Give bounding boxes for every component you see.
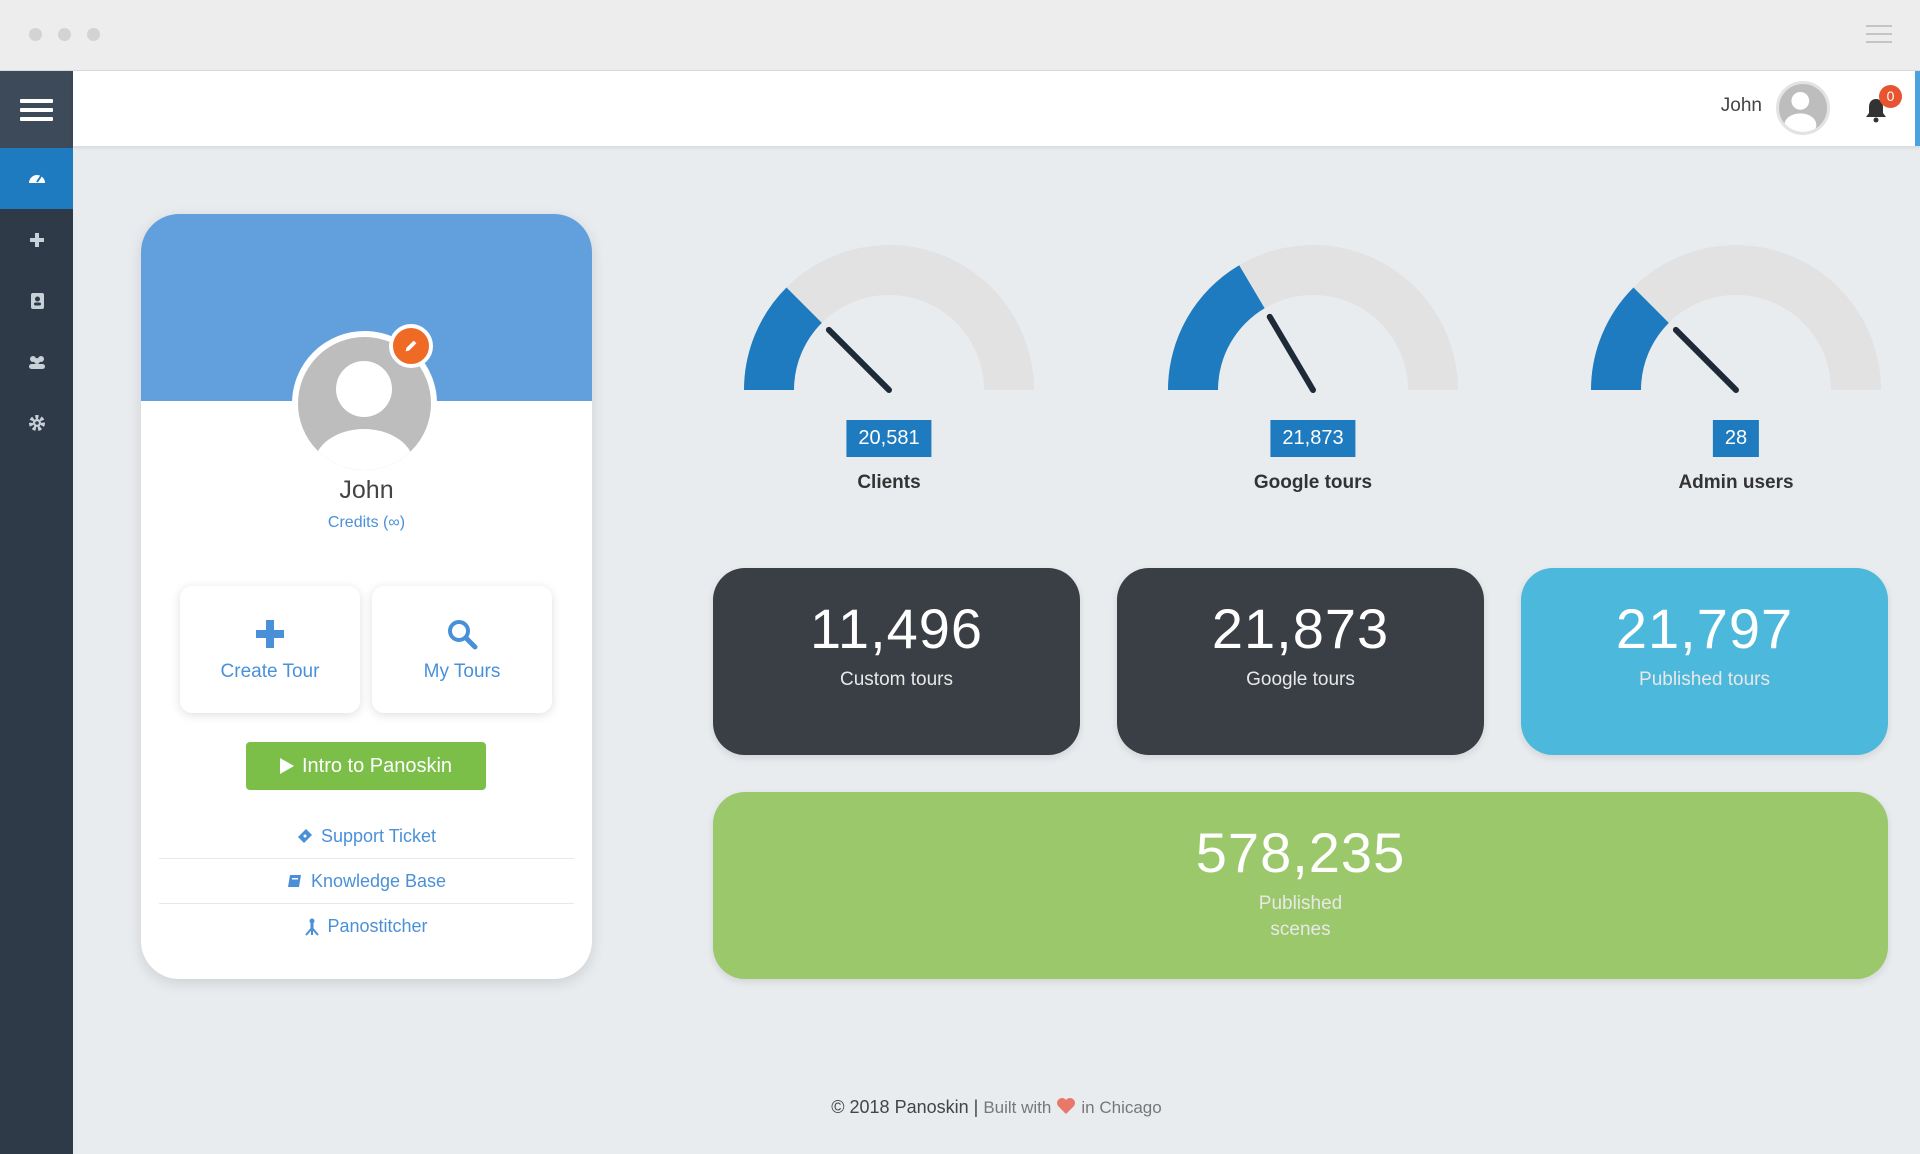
- gauge-label: Google tours: [1253, 472, 1373, 493]
- stat-value: 11,496: [809, 597, 984, 660]
- gauge-needle: [825, 326, 892, 393]
- gauge-value: 28: [1712, 420, 1760, 457]
- gauge-admin-users: 28 Admin users: [1591, 240, 1881, 493]
- stat-card-custom-tours[interactable]: 11,496 Custom tours: [713, 568, 1080, 755]
- footer-location: in Chicago: [1081, 1098, 1162, 1117]
- knowledge-base-label: Knowledge Base: [310, 870, 447, 891]
- gauge-value: 21,873: [1270, 420, 1356, 457]
- gauge-dial: [1591, 245, 1881, 393]
- edit-avatar-button[interactable]: [389, 324, 433, 368]
- gauge-label: Clients: [857, 472, 921, 493]
- sidebar-item-create[interactable]: [0, 209, 73, 270]
- sidebar-item-contacts[interactable]: [0, 270, 73, 331]
- stat-card-published-scenes[interactable]: 578,235 Published scenes: [713, 792, 1888, 979]
- create-tour-button[interactable]: Create Tour: [180, 586, 360, 713]
- gauge-clients: 20,581 Clients: [744, 240, 1034, 493]
- gauge-dial: [744, 245, 1034, 393]
- address-book-icon: [30, 292, 44, 309]
- create-tour-label: Create Tour: [220, 661, 320, 682]
- support-ticket-link[interactable]: Support Ticket: [159, 814, 574, 859]
- panostitcher-link[interactable]: Panostitcher: [159, 904, 574, 949]
- dashboard-icon: [28, 174, 45, 183]
- gauge-needle: [1266, 313, 1316, 393]
- my-tours-button[interactable]: My Tours: [372, 586, 552, 713]
- panostitcher-label: Panostitcher: [327, 916, 428, 936]
- gauge-google-tours: 21,873 Google tours: [1168, 240, 1458, 493]
- gauge-dial: [1168, 245, 1458, 393]
- hamburger-menu-button[interactable]: [0, 71, 73, 148]
- notification-badge: 0: [1879, 85, 1902, 108]
- intro-video-button[interactable]: Intro to Panoskin: [246, 742, 486, 790]
- gauge-fill: [1168, 265, 1265, 390]
- window-dot-close[interactable]: [29, 28, 42, 41]
- credits-link[interactable]: Credits (∞): [141, 514, 592, 532]
- top-bar: John 0: [73, 71, 1920, 146]
- plus-icon: [29, 232, 44, 247]
- stat-value: 578,235: [1195, 821, 1406, 884]
- hamburger-icon: [20, 94, 53, 126]
- tripod-icon: [305, 918, 320, 936]
- stat-label: Google tours: [1246, 669, 1355, 690]
- gear-icon: [28, 414, 45, 431]
- knowledge-base-link[interactable]: Knowledge Base: [159, 859, 574, 904]
- window-dot-minimize[interactable]: [58, 28, 71, 41]
- gauge-value: 20,581: [846, 420, 932, 457]
- stat-value: 21,797: [1615, 597, 1794, 660]
- footer-separator: |: [973, 1097, 984, 1117]
- play-icon: [279, 758, 294, 774]
- window-dot-maximize[interactable]: [87, 28, 100, 41]
- my-tours-label: My Tours: [423, 661, 501, 682]
- footer: © 2018 Panoskin | Built with in Chicago: [73, 1097, 1920, 1118]
- heart-icon: [1057, 1098, 1076, 1114]
- header-user-name[interactable]: John: [1721, 95, 1762, 117]
- gauge-needle: [1672, 326, 1739, 393]
- stat-card-published-tours[interactable]: 21,797 Published tours: [1521, 568, 1888, 755]
- stat-label: Custom tours: [840, 669, 953, 690]
- book-icon: [287, 875, 301, 887]
- users-icon: [28, 355, 45, 369]
- sidebar-item-users[interactable]: [0, 331, 73, 392]
- footer-built-with: Built with: [983, 1098, 1052, 1117]
- header-avatar[interactable]: [1776, 81, 1830, 135]
- profile-card: John Credits (∞) Create Tour My Tours In…: [141, 214, 592, 979]
- stat-card-google-tours[interactable]: 21,873 Google tours: [1117, 568, 1484, 755]
- search-icon: [448, 620, 478, 650]
- sidebar-item-dashboard[interactable]: [0, 148, 73, 209]
- sidebar: [0, 71, 73, 1154]
- topbar-accent-edge: [1915, 71, 1920, 146]
- window-menu-icon[interactable]: [1866, 25, 1892, 43]
- intro-video-label: Intro to Panoskin: [301, 754, 453, 777]
- stat-value: 21,873: [1211, 597, 1390, 660]
- profile-name: John: [339, 476, 394, 504]
- gauge-label: Admin users: [1678, 472, 1794, 493]
- stat-label: Published tours: [1639, 669, 1770, 690]
- pencil-icon: [405, 340, 417, 352]
- support-ticket-label: Support Ticket: [320, 825, 437, 846]
- sidebar-item-settings[interactable]: [0, 392, 73, 453]
- user-silhouette-icon: [1784, 92, 1817, 132]
- stat-label: Published scenes: [1258, 893, 1343, 940]
- plus-icon: [256, 620, 284, 648]
- window-chrome: [0, 0, 1920, 71]
- ticket-icon: [297, 829, 312, 843]
- footer-copyright: © 2018 Panoskin: [831, 1097, 969, 1117]
